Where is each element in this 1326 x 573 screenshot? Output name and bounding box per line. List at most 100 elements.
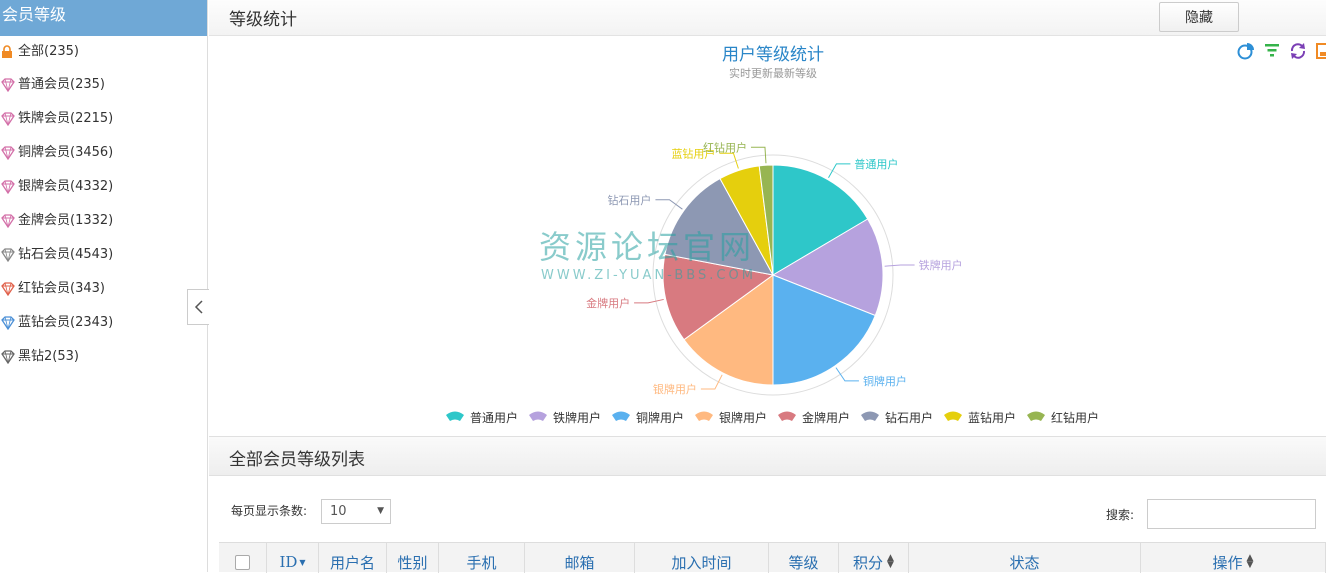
sort-desc-icon: ▼ bbox=[299, 557, 306, 567]
column-header[interactable]: 性别 bbox=[387, 543, 439, 573]
sort-icon: ▲ ▼ bbox=[1246, 553, 1254, 570]
sidebar-item-label: 金牌会员(1332) bbox=[18, 213, 114, 228]
sidebar-item-label: 黑钻2(53) bbox=[18, 349, 79, 364]
pie-chart: 用户等级统计实时更新最新等级普通用户铁牌用户铜牌用户银牌用户金牌用户钻石用户蓝钻… bbox=[446, 45, 1099, 425]
sidebar-item[interactable]: 红钻会员(343) bbox=[0, 272, 207, 306]
legend-label: 红钻用户 bbox=[1051, 410, 1099, 425]
legend-swatch bbox=[529, 411, 547, 421]
search-input[interactable] bbox=[1147, 499, 1316, 529]
sidebar-item[interactable]: 黑钻2(53) bbox=[0, 340, 207, 374]
legend-swatch bbox=[612, 411, 630, 421]
column-header[interactable]: 积分 ▲ ▼ bbox=[839, 543, 909, 573]
legend-item[interactable]: 铁牌用户 bbox=[529, 410, 601, 425]
legend-label: 普通用户 bbox=[470, 410, 518, 425]
column-header[interactable]: 等级 bbox=[769, 543, 839, 573]
column-label: ID bbox=[279, 553, 298, 571]
sidebar-item[interactable]: 钻石会员(4543) bbox=[0, 238, 207, 272]
sidebar-item[interactable]: 全部(235) bbox=[0, 36, 207, 68]
legend-item[interactable]: 蓝钻用户 bbox=[944, 410, 1016, 425]
sidebar-item[interactable]: 金牌会员(1332) bbox=[0, 204, 207, 238]
chevron-left-icon bbox=[194, 300, 203, 314]
sidebar-item-label: 红钻会员(343) bbox=[18, 281, 105, 296]
legend-label: 银牌用户 bbox=[719, 410, 767, 425]
sidebar-item-label: 全部(235) bbox=[18, 44, 79, 59]
page-length-value: 10 bbox=[330, 504, 347, 519]
slice-leader-line bbox=[634, 298, 664, 304]
legend-label: 金牌用户 bbox=[802, 410, 850, 425]
funnel-icon[interactable] bbox=[1263, 42, 1281, 60]
diamond-icon bbox=[1, 112, 15, 126]
panel-title: 等级统计 bbox=[229, 10, 297, 30]
page-length-select[interactable]: 10 ▼ bbox=[321, 499, 391, 524]
diamond-icon bbox=[1, 350, 15, 364]
sidebar-item[interactable]: 铁牌会员(2215) bbox=[0, 102, 207, 136]
chart-toolbox bbox=[1237, 42, 1326, 60]
legend-item[interactable]: 金牌用户 bbox=[778, 410, 850, 425]
slice-label: 红钻用户 bbox=[703, 140, 747, 154]
sidebar-item[interactable]: 普通会员(235) bbox=[0, 68, 207, 102]
diamond-icon bbox=[1, 282, 15, 296]
sidebar-item-label: 蓝钻会员(2343) bbox=[18, 315, 114, 330]
sidebar-item[interactable]: 银牌会员(4332) bbox=[0, 170, 207, 204]
select-all-cell bbox=[219, 543, 267, 573]
legend-swatch bbox=[861, 411, 879, 421]
legend-swatch bbox=[695, 411, 713, 421]
column-header[interactable]: 用户名 bbox=[319, 543, 387, 573]
caret-down-icon: ▼ bbox=[377, 506, 384, 516]
legend-item[interactable]: 钻石用户 bbox=[861, 410, 933, 425]
column-header[interactable]: 状态 bbox=[909, 543, 1141, 573]
slice-label: 铜牌用户 bbox=[863, 374, 907, 388]
diamond-icon bbox=[1, 180, 15, 194]
collapse-sidebar-button[interactable] bbox=[187, 289, 209, 325]
column-label: 操作 bbox=[1212, 553, 1243, 572]
column-label: 手机 bbox=[466, 553, 497, 572]
list-title: 全部会员等级列表 bbox=[229, 450, 365, 470]
legend-swatch bbox=[944, 411, 962, 421]
diamond-icon bbox=[1, 214, 15, 228]
legend-item[interactable]: 普通用户 bbox=[446, 410, 518, 425]
table-header: ID ▼ 用户名 性别 手机 邮箱 加入时间 等级 积分 ▲ ▼ 状态 操作 ▲ ▼ bbox=[219, 542, 1326, 573]
slice-label: 银牌用户 bbox=[653, 382, 697, 396]
sidebar: 会员等级 全部(235) 普通会员(235) 铁牌会员(2215) 铜牌会员(3456… bbox=[0, 0, 208, 572]
column-label: 用户名 bbox=[329, 553, 375, 572]
legend-swatch bbox=[778, 411, 796, 421]
slice-label: 普通用户 bbox=[854, 157, 898, 171]
page-length-label: 每页显示条数: bbox=[231, 504, 308, 518]
column-label: 性别 bbox=[397, 553, 428, 572]
legend-item[interactable]: 红钻用户 bbox=[1027, 410, 1099, 425]
slice-leader-line bbox=[700, 374, 723, 390]
column-label: 邮箱 bbox=[564, 553, 595, 572]
legend-label: 铁牌用户 bbox=[553, 410, 601, 425]
save-icon[interactable] bbox=[1315, 42, 1326, 60]
column-header[interactable]: 加入时间 bbox=[635, 543, 769, 573]
hide-button[interactable]: 隐藏 bbox=[1159, 2, 1239, 32]
diamond-icon bbox=[1, 78, 15, 92]
column-header[interactable]: ID ▼ bbox=[267, 543, 319, 573]
sidebar-item-label: 普通会员(235) bbox=[18, 77, 105, 92]
column-header[interactable]: 手机 bbox=[439, 543, 525, 573]
refresh-icon[interactable] bbox=[1289, 42, 1307, 60]
sidebar-item-label: 铁牌会员(2215) bbox=[18, 111, 114, 126]
search-label: 搜索: bbox=[1106, 508, 1135, 522]
sidebar-title: 会员等级 bbox=[0, 0, 207, 36]
slice-leader-line bbox=[884, 264, 915, 267]
pie-chart-icon[interactable] bbox=[1237, 42, 1255, 60]
column-label: 积分 bbox=[853, 553, 884, 572]
diamond-icon bbox=[1, 146, 15, 160]
select-all-checkbox[interactable] bbox=[235, 554, 250, 570]
slice-label: 钻石用户 bbox=[607, 193, 651, 207]
sidebar-item[interactable]: 铜牌会员(3456) bbox=[0, 136, 207, 170]
level-list: 全部(235) 普通会员(235) 铁牌会员(2215) 铜牌会员(3456) 银牌会员… bbox=[0, 36, 207, 374]
column-header[interactable]: 邮箱 bbox=[525, 543, 635, 573]
sidebar-item[interactable]: 蓝钻会员(2343) bbox=[0, 306, 207, 340]
legend-swatch bbox=[1027, 411, 1045, 421]
column-header[interactable]: 操作 ▲ ▼ bbox=[1141, 543, 1326, 573]
chart-area: 用户等级统计 实时更新最新等级 普通用户 铁牌用户 铜牌用户 银牌用户 金牌用户 钻石用户 蓝钻… bbox=[209, 37, 1326, 435]
chart-subtitle: 实时更新最新等级 bbox=[729, 66, 817, 80]
legend-item[interactable]: 铜牌用户 bbox=[612, 410, 684, 425]
slice-label: 金牌用户 bbox=[586, 296, 630, 310]
diamond-icon bbox=[1, 248, 15, 262]
sort-icon: ▲ ▼ bbox=[887, 553, 894, 570]
chart-title: 用户等级统计 bbox=[722, 45, 824, 65]
legend-item[interactable]: 银牌用户 bbox=[695, 410, 767, 425]
